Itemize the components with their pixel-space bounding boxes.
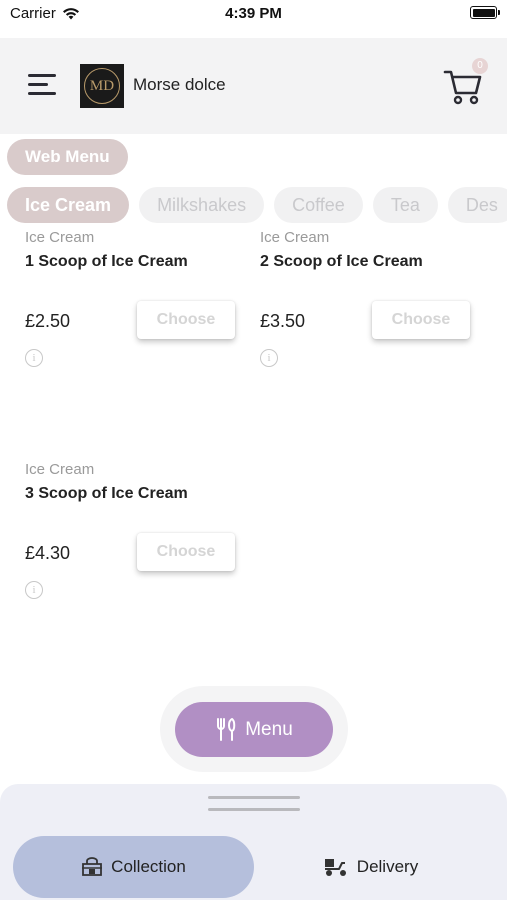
sheet-grab-handle[interactable] — [208, 808, 300, 811]
status-bar: Carrier 4:39 PM — [0, 0, 507, 36]
info-icon[interactable]: i — [25, 349, 43, 367]
menu-button-label: Menu — [245, 718, 293, 740]
logo-monogram: MD — [84, 68, 120, 104]
hamburger-menu-icon[interactable] — [28, 74, 58, 98]
choose-button[interactable]: Choose — [372, 301, 470, 339]
tab-coffee[interactable]: Coffee — [274, 187, 363, 223]
product-category: Ice Cream — [25, 229, 95, 246]
store-name: Morse dolce — [133, 75, 226, 94]
choose-button[interactable]: Choose — [137, 301, 235, 339]
product-title: 3 Scoop of Ice Cream — [25, 485, 188, 502]
product-category: Ice Cream — [260, 229, 330, 246]
info-icon[interactable]: i — [260, 349, 278, 367]
app-header: MD Morse dolce 0 — [0, 38, 507, 134]
cart-button[interactable]: 0 — [443, 58, 488, 106]
product-title: 1 Scoop of Ice Cream — [25, 253, 188, 270]
category-tabs: Ice Cream Milkshakes Coffee Tea Des — [7, 187, 507, 223]
collection-label: Collection — [111, 857, 186, 876]
product-card: Ice Cream 2 Scoop of Ice Cream £3.50 Cho… — [260, 229, 490, 389]
delivery-label: Delivery — [356, 857, 419, 876]
fork-knife-icon — [217, 717, 236, 741]
tab-tea[interactable]: Tea — [372, 187, 438, 223]
product-price: £4.30 — [25, 543, 71, 563]
info-icon[interactable]: i — [25, 581, 43, 599]
tab-ice-cream[interactable]: Ice Cream — [7, 187, 130, 223]
tab-milkshakes[interactable]: Milkshakes — [139, 187, 265, 223]
product-price: £2.50 — [25, 311, 71, 331]
web-menu-pill[interactable]: Web Menu — [7, 139, 128, 175]
product-category: Ice Cream — [25, 461, 95, 478]
choose-button[interactable]: Choose — [137, 533, 235, 571]
product-card: Ice Cream 1 Scoop of Ice Cream £2.50 Cho… — [25, 229, 255, 389]
sheet-grab-handle[interactable] — [208, 796, 300, 799]
battery-icon — [470, 6, 500, 19]
delivery-option[interactable]: Delivery — [250, 836, 491, 898]
shop-bag-icon — [82, 857, 103, 876]
product-card: Ice Cream 3 Scoop of Ice Cream £4.30 Cho… — [25, 461, 255, 621]
product-title: 2 Scoop of Ice Cream — [260, 253, 423, 270]
product-price: £3.50 — [260, 311, 306, 331]
menu-button[interactable]: Menu — [175, 702, 333, 757]
tab-desserts[interactable]: Des — [447, 187, 507, 223]
cart-count-badge: 0 — [472, 58, 488, 74]
scooter-delivery-icon — [324, 859, 346, 876]
store-logo: MD — [80, 64, 124, 108]
order-type-sheet: Collection Delivery — [0, 784, 507, 900]
status-time: 4:39 PM — [225, 5, 282, 22]
collection-option[interactable]: Collection — [13, 836, 254, 898]
